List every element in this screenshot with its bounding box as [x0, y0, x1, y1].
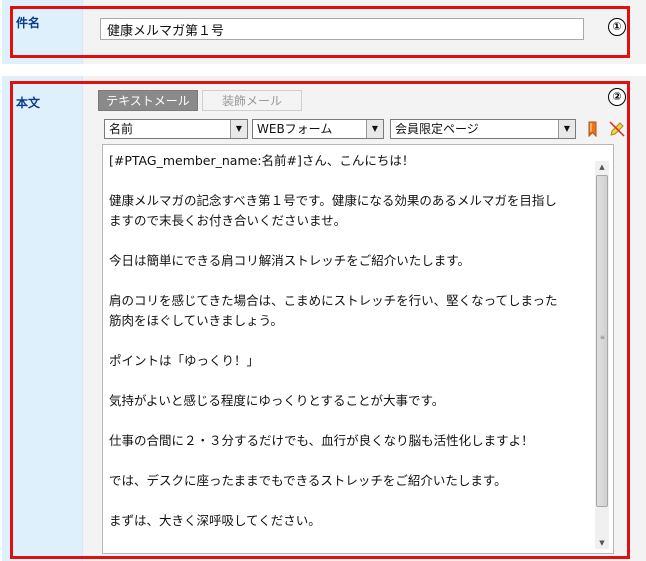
- tab-decorated-mail[interactable]: 装飾メール: [202, 90, 302, 111]
- grip-icon: ≡: [600, 334, 606, 341]
- edit-icon[interactable]: [608, 120, 626, 138]
- editor-line: 仕事の合間に２・３分するだけでも、血行が良くなり脳も活性化しますよ！: [109, 433, 534, 448]
- marker-2: ②: [608, 88, 626, 106]
- editor-line: ポイントは「ゆっくり！」: [109, 353, 260, 368]
- scroll-up-icon[interactable]: ▲: [595, 161, 609, 173]
- editor-line: [109, 171, 593, 191]
- editor-line: 肩のコリを感じてきた場合は、こまめにストレッチを行い、堅くなってしまった: [109, 293, 558, 308]
- subject-label: 件名: [16, 16, 41, 30]
- editor-line: [109, 451, 593, 471]
- members-page-select-value: 会員限定ページ: [395, 122, 479, 136]
- chevron-down-icon: ▼: [230, 120, 247, 138]
- editor-scrollbar[interactable]: ▲ ≡ ▼: [595, 161, 609, 549]
- scroll-down-icon[interactable]: ▼: [595, 537, 609, 549]
- chevron-down-icon: ▼: [366, 120, 383, 138]
- editor-line: [109, 371, 593, 391]
- tab-text-mail[interactable]: テキストメール: [98, 90, 198, 111]
- editor-line: ますので末長くお付き合いくださいませ。: [109, 213, 347, 228]
- editor-line: では、デスクに座ったままでもできるストレッチをご紹介いたします。: [109, 473, 507, 488]
- members-page-select[interactable]: 会員限定ページ ▼: [390, 119, 576, 139]
- body-label: 本文: [16, 96, 41, 110]
- editor-line: [109, 231, 593, 251]
- name-tag-select[interactable]: 名前 ▼: [104, 119, 248, 139]
- editor-content[interactable]: [#PTAG_member_name:名前#]さん、こんにちは！ 健康メルマガの記…: [109, 151, 593, 531]
- bookmark-icon[interactable]: [584, 120, 602, 138]
- body-label-cell: 本文: [2, 76, 83, 561]
- editor-line: [109, 271, 593, 291]
- editor-line: 健康メルマガの記念すべき第１号です。健康になる効果のあるメルマガを目指し: [109, 193, 557, 208]
- editor-line: [109, 411, 593, 431]
- chevron-down-icon: ▼: [558, 120, 575, 138]
- body-row: 本文 テキストメール 装飾メール ② 名前 ▼ WEBフォーム ▼ 会員限定ペー…: [0, 76, 646, 561]
- web-form-select[interactable]: WEBフォーム ▼: [252, 119, 384, 139]
- subject-row: 件名 ①: [0, 0, 646, 64]
- body-text-editor[interactable]: [#PTAG_member_name:名前#]さん、こんにちは！ 健康メルマガの記…: [102, 144, 614, 554]
- editor-line: 今日は簡単にできる肩コリ解消ストレッチをご紹介いたします。: [109, 253, 471, 268]
- name-tag-select-value: 名前: [109, 122, 134, 136]
- editor-line: 気持がよいと感じる程度にゆっくりとすることが大事です。: [109, 393, 445, 408]
- editor-line: [109, 491, 593, 511]
- editor-line: まずは、大きく深呼吸してください。: [109, 513, 321, 528]
- subject-input[interactable]: [100, 18, 584, 40]
- marker-1: ①: [608, 18, 626, 36]
- web-form-select-value: WEBフォーム: [257, 122, 333, 136]
- editor-line: 筋肉をほぐしていきましょう。: [109, 313, 283, 328]
- editor-line: [109, 331, 593, 351]
- scrollbar-thumb[interactable]: ≡: [596, 175, 608, 507]
- editor-line: [#PTAG_member_name:名前#]さん、こんにちは！: [109, 153, 415, 168]
- subject-label-cell: 件名: [2, 0, 83, 64]
